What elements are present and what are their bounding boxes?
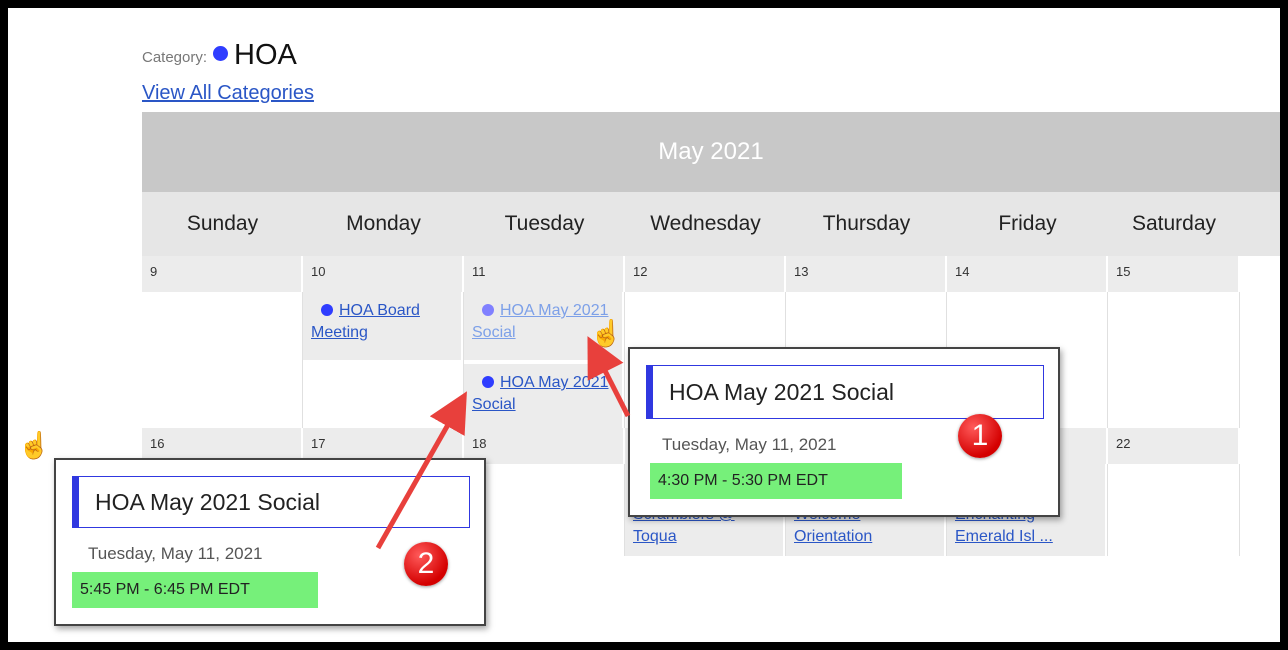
category-label: Category: <box>142 49 208 66</box>
tooltip-time: 5:45 PM - 6:45 PM EDT <box>72 572 318 608</box>
tooltip-date: Tuesday, May 11, 2021 <box>662 435 837 454</box>
weekday-header: Sunday Monday Tuesday Wednesday Thursday… <box>142 192 1280 256</box>
calendar-event[interactable]: HOA May 2021 Social <box>464 364 622 428</box>
day-number: 14 <box>947 256 1108 292</box>
tooltip-time: 4:30 PM - 5:30 PM EDT <box>650 463 902 499</box>
view-all-categories-link[interactable]: View All Categories <box>142 82 314 105</box>
day-cell <box>464 464 625 556</box>
day-number: 10 <box>303 256 464 292</box>
weekday-tuesday: Tuesday <box>504 212 585 235</box>
day-cell: HOA May 2021 Social HOA May 2021 Social <box>464 292 625 428</box>
day-number: 15 <box>1108 256 1240 292</box>
event-link-emerald-isle[interactable]: Emerald Isl ... <box>955 528 1053 545</box>
day-number: 13 <box>786 256 947 292</box>
day-cell <box>142 292 303 428</box>
tooltip-title: HOA May 2021 Social <box>72 476 470 528</box>
weekday-wednesday: Wednesday <box>650 212 761 235</box>
day-number: 9 <box>142 256 303 292</box>
category-header: Category: HOA <box>142 36 297 70</box>
day-number: 11 <box>464 256 625 292</box>
calendar-event[interactable]: HOA Board Meeting <box>303 292 461 360</box>
day-cell <box>1108 464 1240 556</box>
event-link-scramblers-cont[interactable]: Toqua <box>633 528 677 545</box>
screenshot-frame: Category: HOA View All Categories May 20… <box>8 8 1280 642</box>
day-cell <box>1108 292 1240 428</box>
step-badge-2: 2 <box>404 542 448 586</box>
day-number: 18 <box>464 428 625 464</box>
step-badge-1: 1 <box>958 414 1002 458</box>
tooltip-title: HOA May 2021 Social <box>646 365 1044 419</box>
weekday-friday: Friday <box>998 212 1057 235</box>
day-number: 12 <box>625 256 786 292</box>
hand-cursor-icon: ☝ <box>18 430 51 460</box>
event-color-dot <box>482 304 494 316</box>
weekday-sunday: Sunday <box>186 212 259 235</box>
event-link-orientation[interactable]: Orientation <box>794 528 872 545</box>
event-color-dot <box>482 376 494 388</box>
tooltip-date: Tuesday, May 11, 2021 <box>88 544 263 563</box>
weekday-thursday: Thursday <box>822 212 911 235</box>
weekday-saturday: Saturday <box>1131 212 1217 235</box>
day-cell: HOA Board Meeting <box>303 292 464 428</box>
day-number: 22 <box>1108 428 1240 464</box>
week-row-1-numbers: 9 10 11 12 13 14 15 <box>142 256 1280 292</box>
category-color-dot <box>213 46 229 61</box>
month-title: May 2021 <box>142 112 1280 192</box>
hand-cursor-icon: ☝ <box>590 318 623 348</box>
event-color-dot <box>321 304 333 316</box>
weekday-monday: Monday <box>346 212 421 235</box>
category-name: HOA <box>234 39 297 71</box>
